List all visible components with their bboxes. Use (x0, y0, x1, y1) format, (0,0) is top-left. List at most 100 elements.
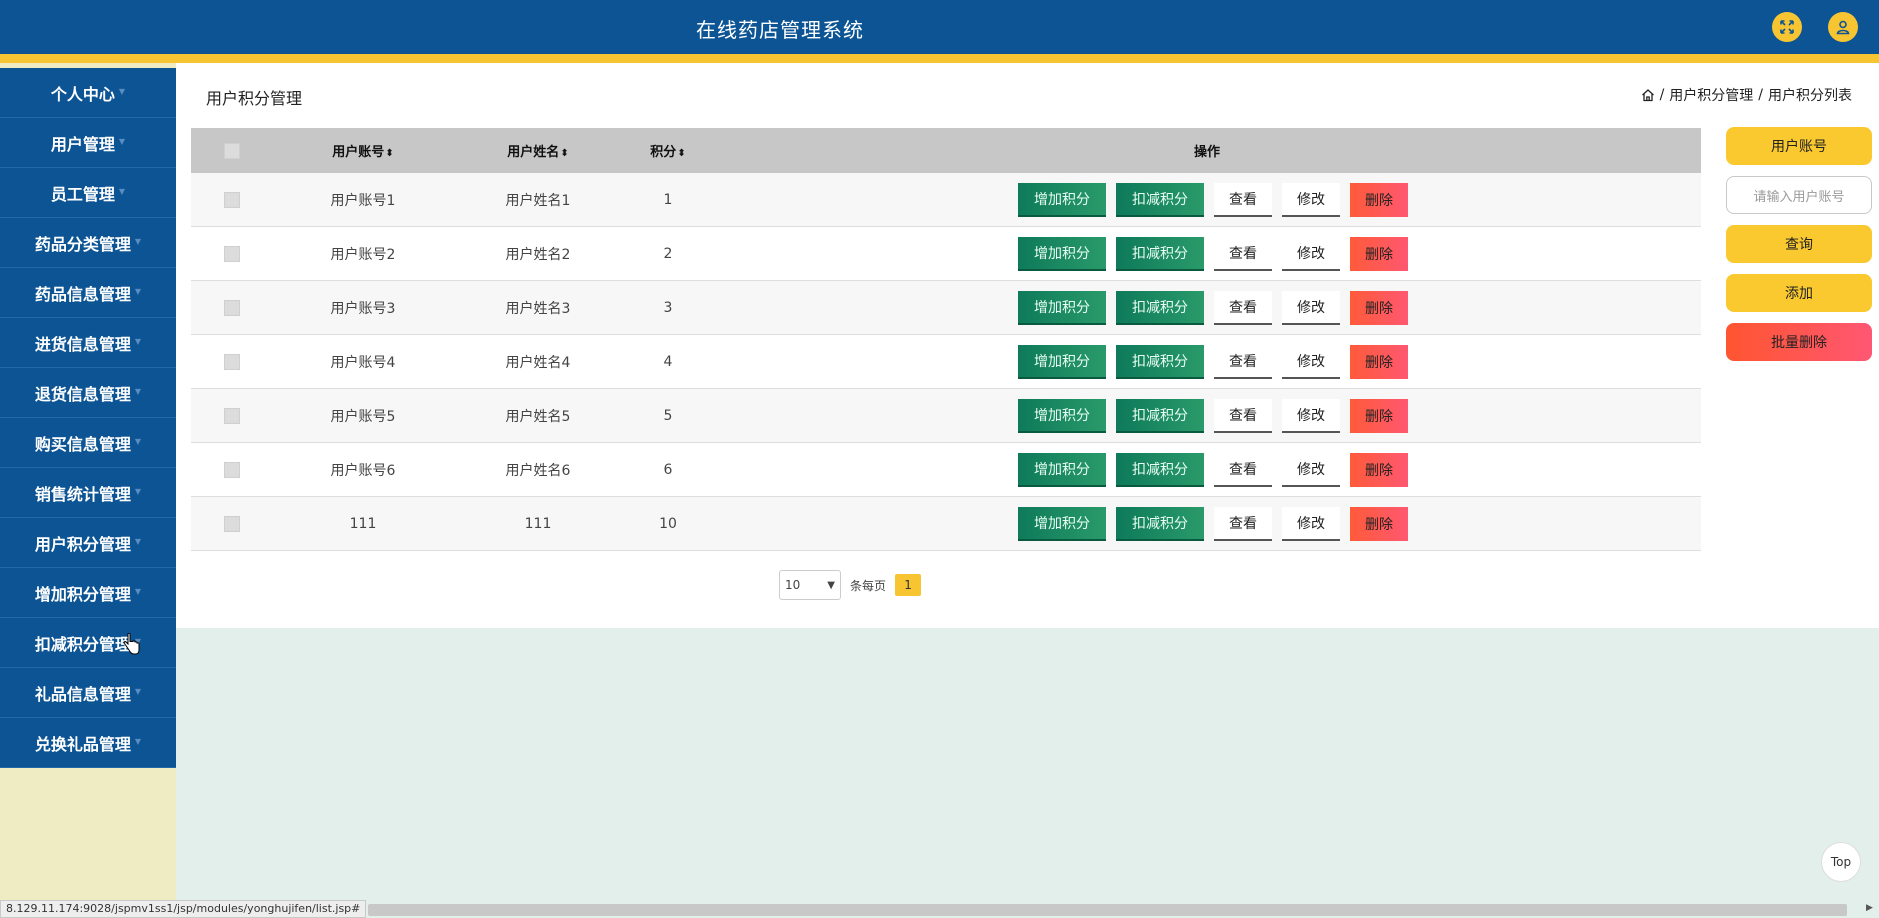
sidebar-item[interactable]: 药品分类管理 ▼ (0, 218, 176, 268)
pagination: 10 ▼ 条每页 1 (779, 570, 922, 600)
sidebar-item[interactable]: 员工管理 ▼ (0, 168, 176, 218)
cell-actions: 增加积分 扣减积分 查看 修改 删除 (713, 452, 1701, 487)
sidebar-item[interactable]: 用户管理 ▼ (0, 118, 176, 168)
row-checkbox[interactable] (224, 515, 240, 532)
sidebar-item-label: 礼品信息管理 (34, 684, 131, 704)
sidebar-item[interactable]: 药品信息管理 ▼ (0, 268, 176, 318)
per-page-label: 条每页 (850, 578, 887, 593)
cell-account: 用户账号6 (330, 462, 396, 479)
row-checkbox[interactable] (224, 407, 240, 424)
row-checkbox[interactable] (224, 461, 240, 478)
row-checkbox[interactable] (224, 245, 240, 262)
deduct-points-button[interactable]: 扣减积分 (1116, 506, 1204, 541)
sidebar-menu: 个人中心 ▼ 用户管理 ▼ 员工管理 ▼ 药品分类管理 ▼ 药品信息管理 ▼ 进货信息管理 ▼ 退货信息… (0, 68, 176, 768)
sort-icon[interactable]: ⬍ (560, 148, 568, 159)
deduct-points-button[interactable]: 扣减积分 (1116, 344, 1204, 379)
add-points-button[interactable]: 增加积分 (1018, 506, 1106, 541)
edit-button[interactable]: 修改 (1282, 236, 1340, 271)
row-checkbox[interactable] (224, 299, 240, 316)
edit-button[interactable]: 修改 (1282, 182, 1340, 217)
sort-icon[interactable]: ⬍ (385, 148, 393, 159)
cell-name: 用户姓名6 (505, 462, 571, 479)
view-button[interactable]: 查看 (1214, 452, 1272, 487)
status-bar-url: 8.129.11.174:9028/jspmv1ss1/jsp/modules/… (0, 900, 367, 918)
header-accent-stripe (0, 54, 1879, 63)
delete-button[interactable]: 删除 (1350, 182, 1408, 217)
add-points-button[interactable]: 增加积分 (1018, 344, 1106, 379)
sidebar-item[interactable]: 退货信息管理 ▼ (0, 368, 176, 418)
caret-down-icon: ▼ (134, 587, 142, 596)
delete-button[interactable]: 删除 (1350, 290, 1408, 325)
top-navbar: 在线药店管理系统 (0, 0, 1879, 54)
sidebar-item[interactable]: 进货信息管理 ▼ (0, 318, 176, 368)
scroll-right-arrow-icon[interactable]: ▶ (1866, 903, 1873, 913)
deduct-points-button[interactable]: 扣减积分 (1116, 182, 1204, 217)
column-header-points[interactable]: 积分⬍ (623, 141, 713, 160)
sidebar-item[interactable]: 增加积分管理 ▼ (0, 568, 176, 618)
cell-account: 用户账号4 (330, 354, 396, 371)
view-button[interactable]: 查看 (1214, 236, 1272, 271)
add-points-button[interactable]: 增加积分 (1018, 182, 1106, 217)
column-header-account[interactable]: 用户账号⬍ (273, 141, 453, 160)
view-button[interactable]: 查看 (1214, 398, 1272, 433)
add-points-button[interactable]: 增加积分 (1018, 290, 1106, 325)
view-button[interactable]: 查看 (1214, 506, 1272, 541)
column-header-name[interactable]: 用户姓名⬍ (453, 141, 623, 160)
edit-button[interactable]: 修改 (1282, 398, 1340, 433)
add-points-button[interactable]: 增加积分 (1018, 452, 1106, 487)
delete-button[interactable]: 删除 (1350, 236, 1408, 271)
sidebar-item-label: 购买信息管理 (34, 434, 131, 454)
column-header-ops: 操作 (1193, 145, 1220, 160)
fullscreen-button[interactable] (1772, 12, 1802, 42)
cell-points: 2 (663, 245, 673, 262)
sidebar-item[interactable]: 扣减积分管理 ▼ (0, 618, 176, 668)
view-button[interactable]: 查看 (1214, 344, 1272, 379)
edit-button[interactable]: 修改 (1282, 452, 1340, 487)
page-size-select[interactable]: 10 ▼ (779, 570, 841, 600)
sidebar-item-label: 退货信息管理 (34, 384, 131, 404)
search-button[interactable]: 查询 (1726, 225, 1872, 263)
sidebar-item[interactable]: 礼品信息管理 ▼ (0, 668, 176, 718)
home-icon[interactable] (1641, 88, 1655, 102)
row-checkbox-cell (191, 191, 273, 208)
back-to-top-button[interactable]: Top (1821, 842, 1861, 882)
page-title: 用户积分管理 (206, 89, 303, 108)
sidebar-item[interactable]: 兑换礼品管理 ▼ (0, 718, 176, 768)
edit-button[interactable]: 修改 (1282, 290, 1340, 325)
edit-button[interactable]: 修改 (1282, 506, 1340, 541)
search-input[interactable]: 请输入用户账号 (1726, 176, 1872, 214)
row-checkbox[interactable] (224, 353, 240, 370)
table-row: 111 111 10 增加积分 扣减积分 查看 修改 删除 (191, 497, 1701, 551)
cell-actions: 增加积分 扣减积分 查看 修改 删除 (713, 182, 1701, 217)
cell-account: 111 (349, 515, 377, 532)
delete-button[interactable]: 删除 (1350, 398, 1408, 433)
sort-icon[interactable]: ⬍ (677, 148, 685, 159)
delete-button[interactable]: 删除 (1350, 506, 1408, 541)
view-button[interactable]: 查看 (1214, 182, 1272, 217)
sidebar-item[interactable]: 销售统计管理 ▼ (0, 468, 176, 518)
user-menu-button[interactable] (1828, 12, 1858, 42)
cell-account: 用户账号5 (330, 408, 396, 425)
row-checkbox[interactable] (224, 191, 240, 208)
batch-delete-button[interactable]: 批量删除 (1726, 323, 1872, 361)
sidebar-item[interactable]: 用户积分管理 ▼ (0, 518, 176, 568)
view-button[interactable]: 查看 (1214, 290, 1272, 325)
table-row: 用户账号1 用户姓名1 1 增加积分 扣减积分 查看 修改 删除 (191, 173, 1701, 227)
breadcrumb-item-module[interactable]: 用户积分管理 (1669, 85, 1753, 105)
sidebar-item[interactable]: 购买信息管理 ▼ (0, 418, 176, 468)
sidebar-item[interactable]: 个人中心 ▼ (0, 68, 176, 118)
deduct-points-button[interactable]: 扣减积分 (1116, 452, 1204, 487)
sidebar-item-label: 增加积分管理 (34, 584, 131, 604)
page-number-current[interactable]: 1 (895, 574, 922, 596)
select-all-checkbox[interactable] (224, 142, 240, 159)
deduct-points-button[interactable]: 扣减积分 (1116, 236, 1204, 271)
add-points-button[interactable]: 增加积分 (1018, 236, 1106, 271)
delete-button[interactable]: 删除 (1350, 344, 1408, 379)
edit-button[interactable]: 修改 (1282, 344, 1340, 379)
delete-button[interactable]: 删除 (1350, 452, 1408, 487)
deduct-points-button[interactable]: 扣减积分 (1116, 290, 1204, 325)
add-points-button[interactable]: 增加积分 (1018, 398, 1106, 433)
add-button[interactable]: 添加 (1726, 274, 1872, 312)
horizontal-scrollbar[interactable] (368, 904, 1847, 916)
deduct-points-button[interactable]: 扣减积分 (1116, 398, 1204, 433)
